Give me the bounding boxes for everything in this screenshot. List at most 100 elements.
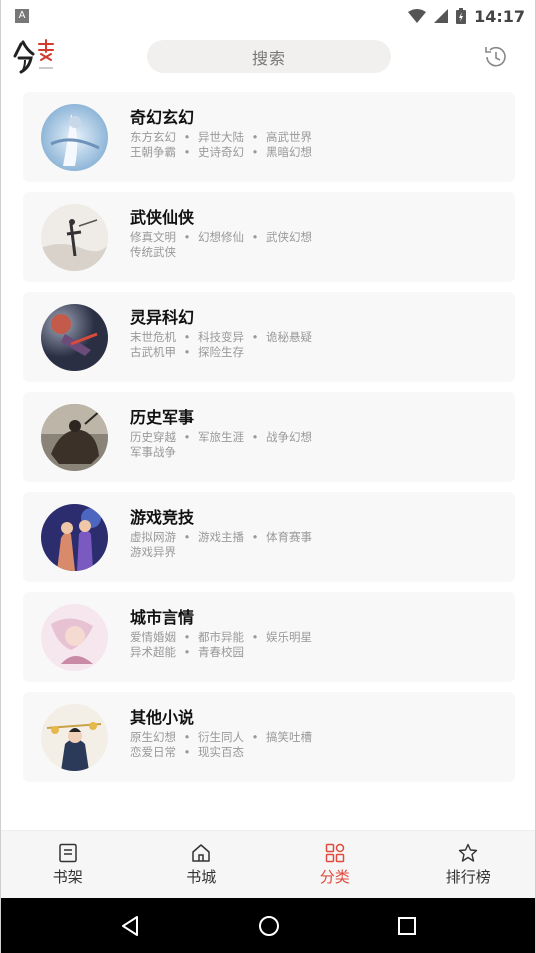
search-input[interactable]: 搜索 [147, 40, 391, 73]
category-card-qihuan[interactable]: 奇幻玄幻 东方玄幻 • 异世大陆 • 高武世界 王朝争霸 • 史诗奇幻 • 黑暗幻想 [23, 92, 515, 182]
separator-dot: • [251, 530, 259, 544]
separator-dot: • [183, 345, 191, 359]
tag-link[interactable]: 武侠幻想 [266, 230, 312, 245]
tag-link[interactable]: 高武世界 [266, 130, 312, 145]
category-cover-image [41, 704, 108, 771]
category-cover-image [41, 604, 108, 671]
category-card-chengshi[interactable]: 城市言情 爱情婚姻 • 都市异能 • 娱乐明星 异术超能 • 青春校园 [23, 592, 515, 682]
category-tags: 修真文明 • 幻想修仙 • 武侠幻想 传统武侠 [130, 230, 312, 260]
separator-dot: • [183, 745, 191, 759]
tag-link[interactable]: 黑暗幻想 [266, 145, 312, 160]
category-list: 奇幻玄幻 东方玄幻 • 异世大陆 • 高武世界 王朝争霸 • 史诗奇幻 • 黑暗幻想 武侠仙侠 … [23, 92, 515, 792]
tag-link[interactable]: 东方玄幻 [130, 130, 176, 145]
separator-dot: • [183, 330, 191, 344]
category-cover-image [41, 504, 108, 571]
separator-dot: • [183, 630, 191, 644]
tag-link[interactable]: 搞笑吐槽 [266, 730, 312, 745]
tag-link[interactable]: 历史穿越 [130, 430, 176, 445]
tag-link[interactable]: 战争幻想 [266, 430, 312, 445]
category-card-qita[interactable]: 其他小说 原生幻想 • 衍生同人 • 搞笑吐槽 恋爱日常 • 现实百态 [23, 692, 515, 782]
tag-link[interactable]: 游戏异界 [130, 545, 176, 560]
nav-ranking[interactable]: 排行榜 [402, 831, 536, 898]
notification-icon: A [15, 9, 29, 23]
tag-link[interactable]: 诡秘悬疑 [266, 330, 312, 345]
recents-icon[interactable] [397, 916, 417, 936]
separator-dot: • [183, 730, 191, 744]
tag-link[interactable]: 异术超能 [130, 645, 176, 660]
tag-link[interactable]: 科技变异 [198, 330, 244, 345]
tag-link[interactable]: 军事战争 [130, 445, 176, 460]
category-card-lishi[interactable]: 历史军事 历史穿越 • 军旅生涯 • 战争幻想 军事战争 [23, 392, 515, 482]
status-time: 14:17 [474, 6, 525, 26]
separator-dot: • [183, 145, 191, 159]
category-card-youxi[interactable]: 游戏竞技 虚拟网游 • 游戏主播 • 体育赛事 游戏异界 [23, 492, 515, 582]
tag-link[interactable]: 体育赛事 [266, 530, 312, 545]
separator-dot: • [251, 430, 259, 444]
category-title: 游戏竞技 [130, 508, 195, 527]
tag-link[interactable]: 恋爱日常 [130, 745, 176, 760]
category-title: 城市言情 [130, 608, 195, 627]
app-screen: A 14:17 搜索 奇幻玄幻 东方玄幻 • 异世大陆 • 高武世界 王朝争霸 … [0, 0, 536, 953]
tag-link[interactable]: 虚拟网游 [130, 530, 176, 545]
category-cover-image [41, 404, 108, 471]
separator-dot: • [251, 730, 259, 744]
category-card-wuxia[interactable]: 武侠仙侠 修真文明 • 幻想修仙 • 武侠幻想 传统武侠 [23, 192, 515, 282]
home-circle-icon[interactable] [258, 915, 280, 937]
separator-dot: • [251, 330, 259, 344]
separator-dot: • [251, 145, 259, 159]
tag-link[interactable]: 古武机甲 [130, 345, 176, 360]
separator-dot: • [251, 630, 259, 644]
separator-dot: • [183, 530, 191, 544]
battery-icon [456, 8, 467, 24]
nav-label: 排行榜 [445, 867, 491, 886]
system-nav-bar [1, 898, 535, 953]
category-cover-image [41, 304, 108, 371]
separator-dot: • [251, 230, 259, 244]
tag-link[interactable]: 探险生存 [198, 345, 244, 360]
tag-link[interactable]: 史诗奇幻 [198, 145, 244, 160]
category-grid-icon [325, 843, 344, 862]
category-tags: 东方玄幻 • 异世大陆 • 高武世界 王朝争霸 • 史诗奇幻 • 黑暗幻想 [130, 130, 312, 160]
category-title: 灵异科幻 [130, 308, 195, 327]
tag-link[interactable]: 都市异能 [198, 630, 244, 645]
tag-link[interactable]: 末世危机 [130, 330, 176, 345]
tag-link[interactable]: 游戏主播 [198, 530, 244, 545]
nav-label: 分类 [319, 867, 350, 886]
tag-link[interactable]: 娱乐明星 [266, 630, 312, 645]
nav-label: 书城 [186, 867, 217, 886]
tag-link[interactable]: 军旅生涯 [198, 430, 244, 445]
tag-link[interactable]: 王朝争霸 [130, 145, 176, 160]
tag-link[interactable]: 爱情婚姻 [130, 630, 176, 645]
category-title: 武侠仙侠 [130, 208, 195, 227]
category-cover-image [41, 104, 108, 171]
star-ranking-icon [459, 843, 478, 862]
signal-icon [434, 9, 449, 23]
separator-dot: • [183, 645, 191, 659]
category-title: 其他小说 [130, 708, 195, 727]
header: 搜索 [1, 32, 535, 82]
fenlei-logo-icon [13, 38, 59, 74]
tag-link[interactable]: 传统武侠 [130, 245, 176, 260]
home-icon [192, 843, 210, 862]
nav-category[interactable]: 分类 [268, 831, 402, 898]
separator-dot: • [183, 130, 191, 144]
bottom-nav: 书架 书城 分类 排行榜 [1, 830, 535, 898]
tag-link[interactable]: 青春校园 [198, 645, 244, 660]
nav-bookshelf[interactable]: 书架 [1, 831, 135, 898]
tag-link[interactable]: 修真文明 [130, 230, 176, 245]
tag-link[interactable]: 衍生同人 [198, 730, 244, 745]
category-card-lingyi[interactable]: 灵异科幻 末世危机 • 科技变异 • 诡秘悬疑 古武机甲 • 探险生存 [23, 292, 515, 382]
history-icon[interactable] [483, 44, 509, 70]
category-title: 奇幻玄幻 [130, 108, 195, 127]
category-cover-image [41, 204, 108, 271]
tag-link[interactable]: 原生幻想 [130, 730, 176, 745]
nav-bookstore[interactable]: 书城 [135, 831, 269, 898]
tag-link[interactable]: 幻想修仙 [198, 230, 244, 245]
status-bar: A 14:17 [1, 0, 535, 32]
tag-link[interactable]: 现实百态 [198, 745, 244, 760]
category-tags: 历史穿越 • 军旅生涯 • 战争幻想 军事战争 [130, 430, 312, 460]
back-icon[interactable] [119, 915, 141, 937]
tag-link[interactable]: 异世大陆 [198, 130, 244, 145]
category-tags: 末世危机 • 科技变异 • 诡秘悬疑 古武机甲 • 探险生存 [130, 330, 312, 360]
nav-label: 书架 [52, 867, 83, 886]
